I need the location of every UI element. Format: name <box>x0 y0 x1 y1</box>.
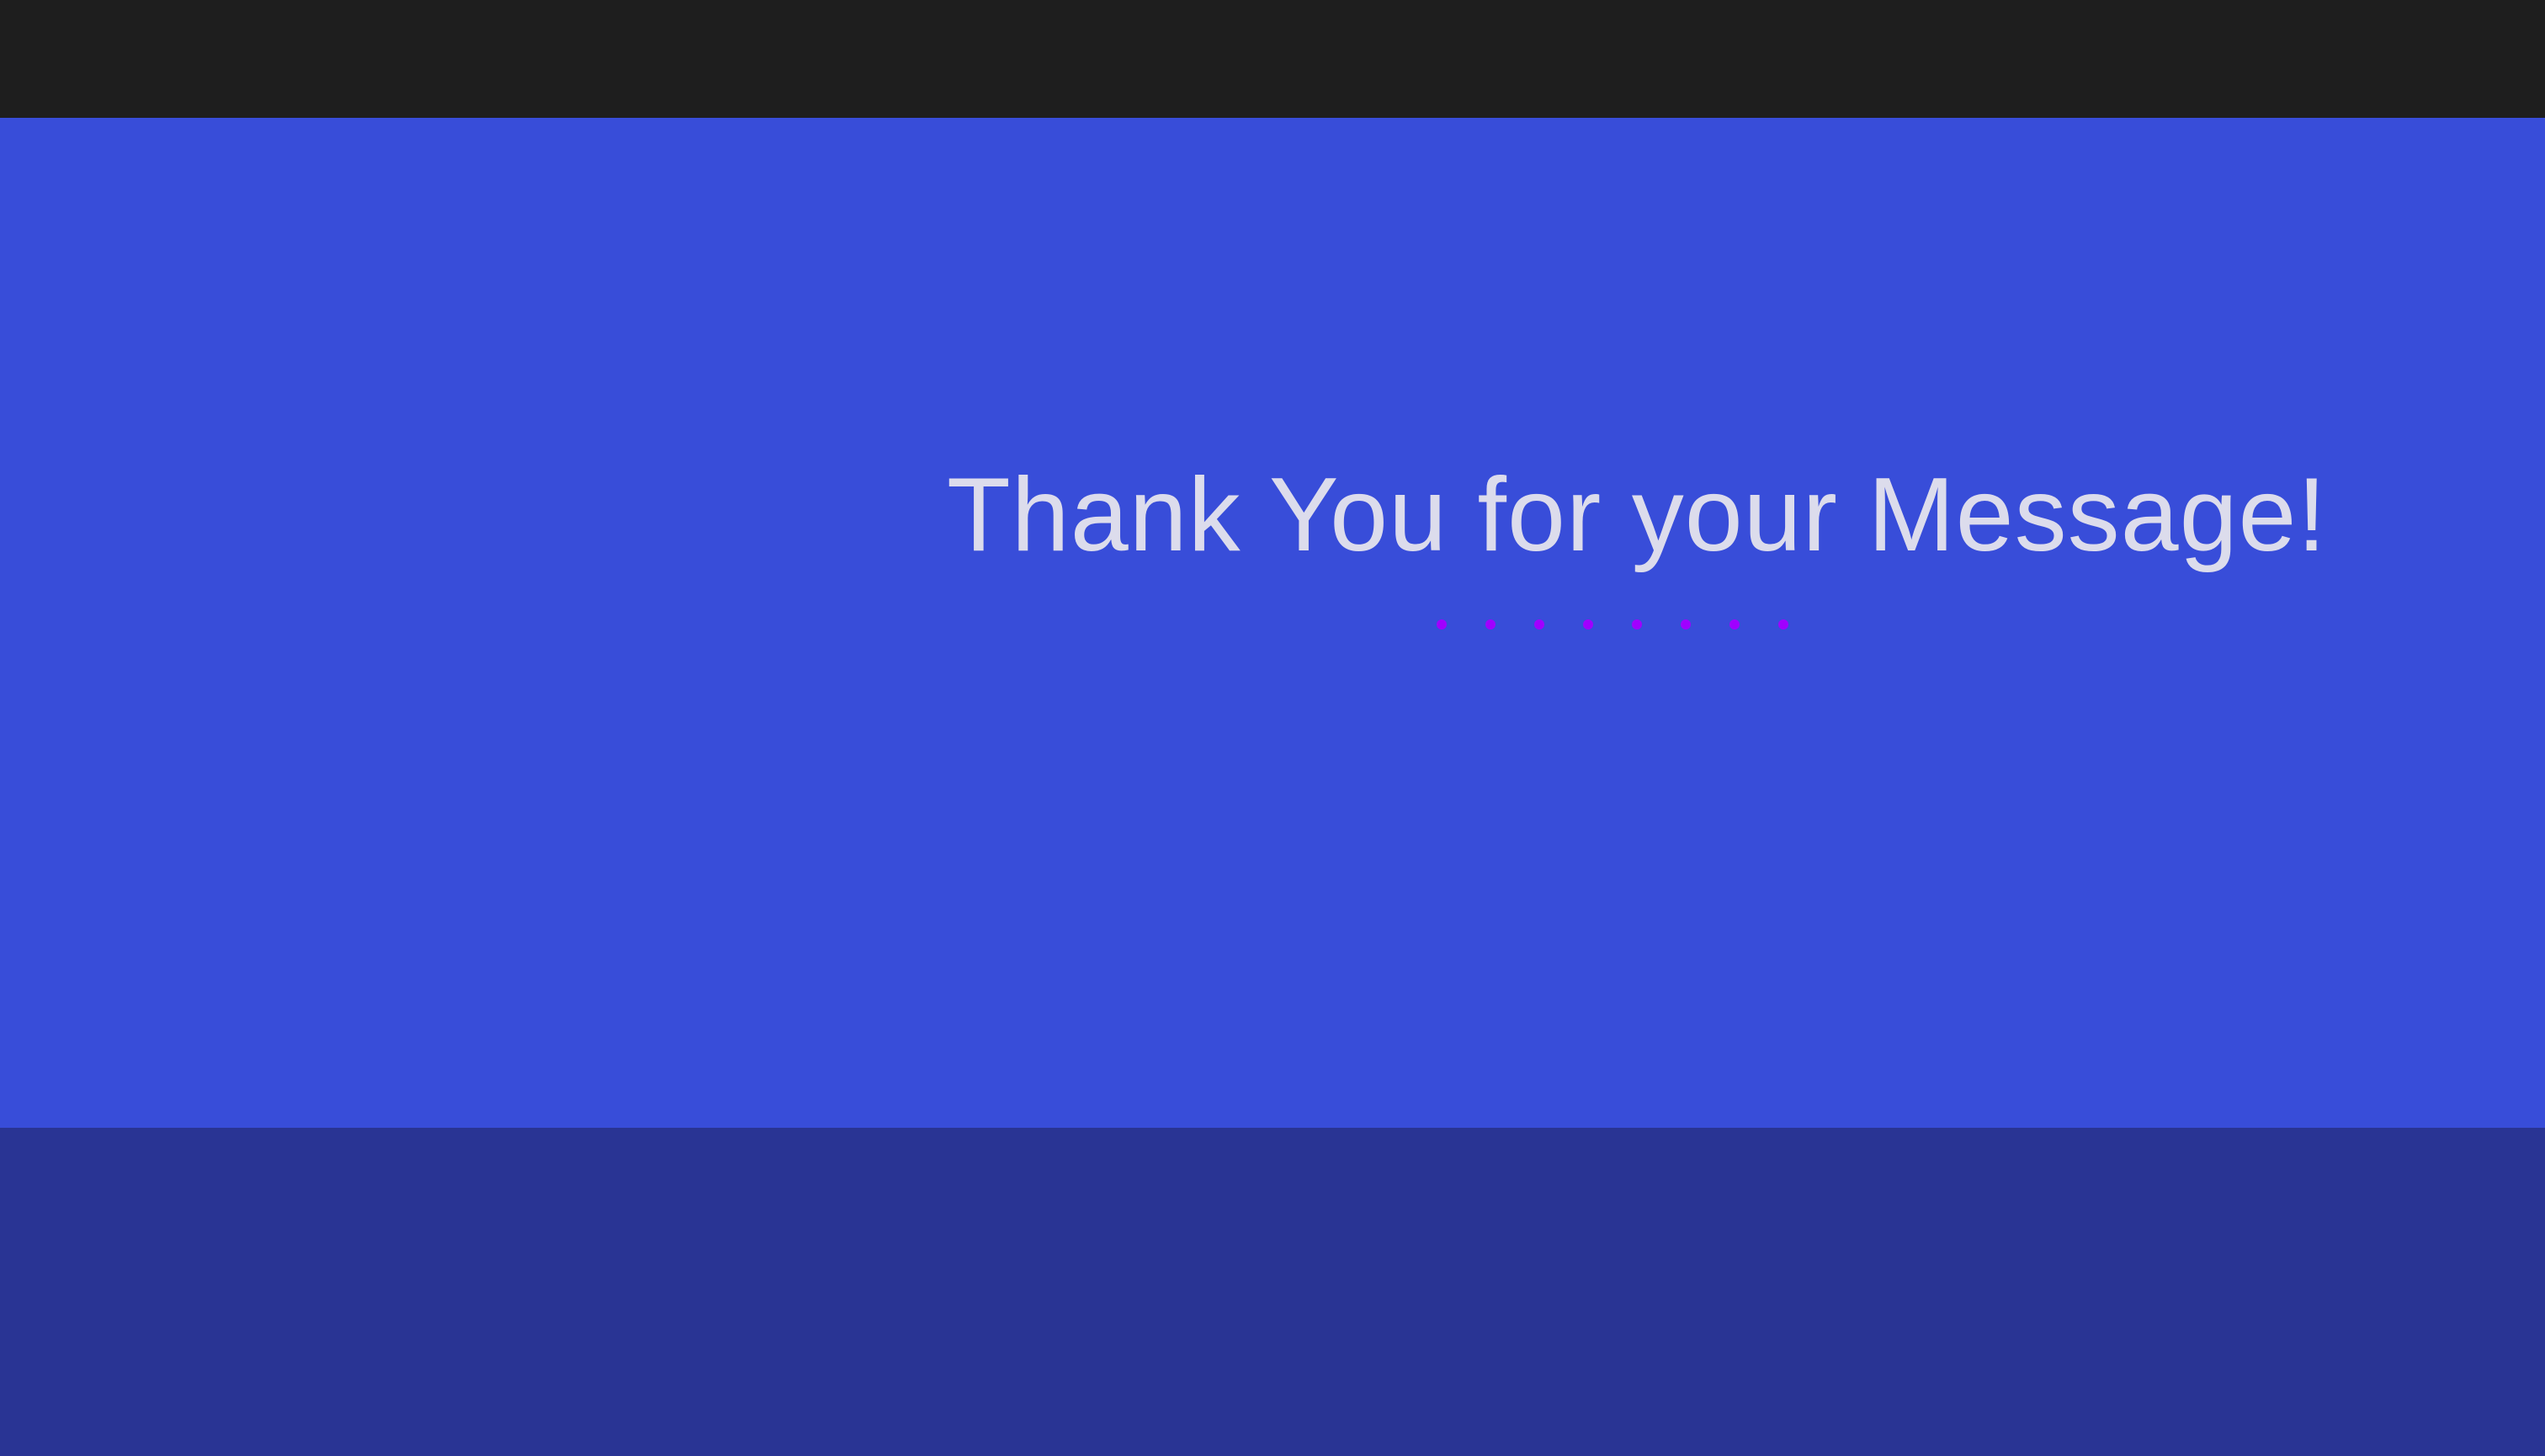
thank-you-heading: Thank You for your Message! <box>947 457 2327 573</box>
divider-dot <box>1437 619 1447 630</box>
dotted-divider <box>1437 619 1788 630</box>
divider-dot <box>1485 619 1496 630</box>
footer <box>0 1128 2545 1456</box>
hero-section: Thank You for your Message! <box>0 118 2545 1128</box>
divider-dot <box>1583 619 1593 630</box>
divider-dot <box>1632 619 1642 630</box>
divider-dot <box>1729 619 1740 630</box>
divider-dot <box>1778 619 1788 630</box>
divider-dot <box>1534 619 1544 630</box>
top-navigation-bar <box>0 0 2545 118</box>
divider-dot <box>1681 619 1691 630</box>
page: Thank You for your Message! <box>0 0 2545 1456</box>
